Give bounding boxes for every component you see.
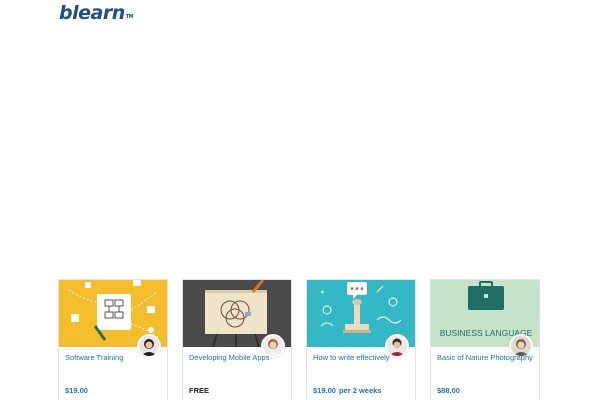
price-amount: $19.00: [313, 386, 336, 395]
course-title[interactable]: Software Training: [65, 353, 145, 362]
course-card-how-to-write-effectively[interactable]: How to write effectively $19.00 per 2 wee…: [306, 279, 416, 400]
course-price: FREE: [189, 386, 209, 395]
page: blearn TM Software Training $19.00 Devel…: [0, 0, 600, 400]
price-amount: $19.00: [65, 386, 88, 395]
price-period: per 2 weeks: [338, 386, 382, 395]
course-list: Software Training $19.00 Developing Mobi…: [58, 279, 542, 400]
price-amount: $88.00: [437, 386, 460, 395]
logo-text: blearn: [59, 2, 125, 24]
course-price: $19.00: [65, 386, 88, 395]
site-logo[interactable]: blearn TM: [59, 2, 134, 24]
course-card-software-training[interactable]: Software Training $19.00: [58, 279, 168, 400]
course-price: $19.00 per 2 weeks: [313, 386, 381, 395]
logo-trademark: TM: [125, 14, 134, 20]
course-price: $88.00: [437, 386, 460, 395]
course-title[interactable]: How to write effectively: [313, 353, 393, 362]
course-title[interactable]: Developing Mobile Apps: [189, 353, 269, 362]
course-card-developing-mobile-apps[interactable]: Developing Mobile Apps FREE: [182, 279, 292, 400]
course-title[interactable]: Basic of Nature Photography: [437, 353, 533, 362]
course-card-basic-of-nature-photography[interactable]: BUSINESS LANGUAGE Basic of Nature Photog…: [430, 279, 540, 400]
price-amount: FREE: [189, 386, 210, 395]
